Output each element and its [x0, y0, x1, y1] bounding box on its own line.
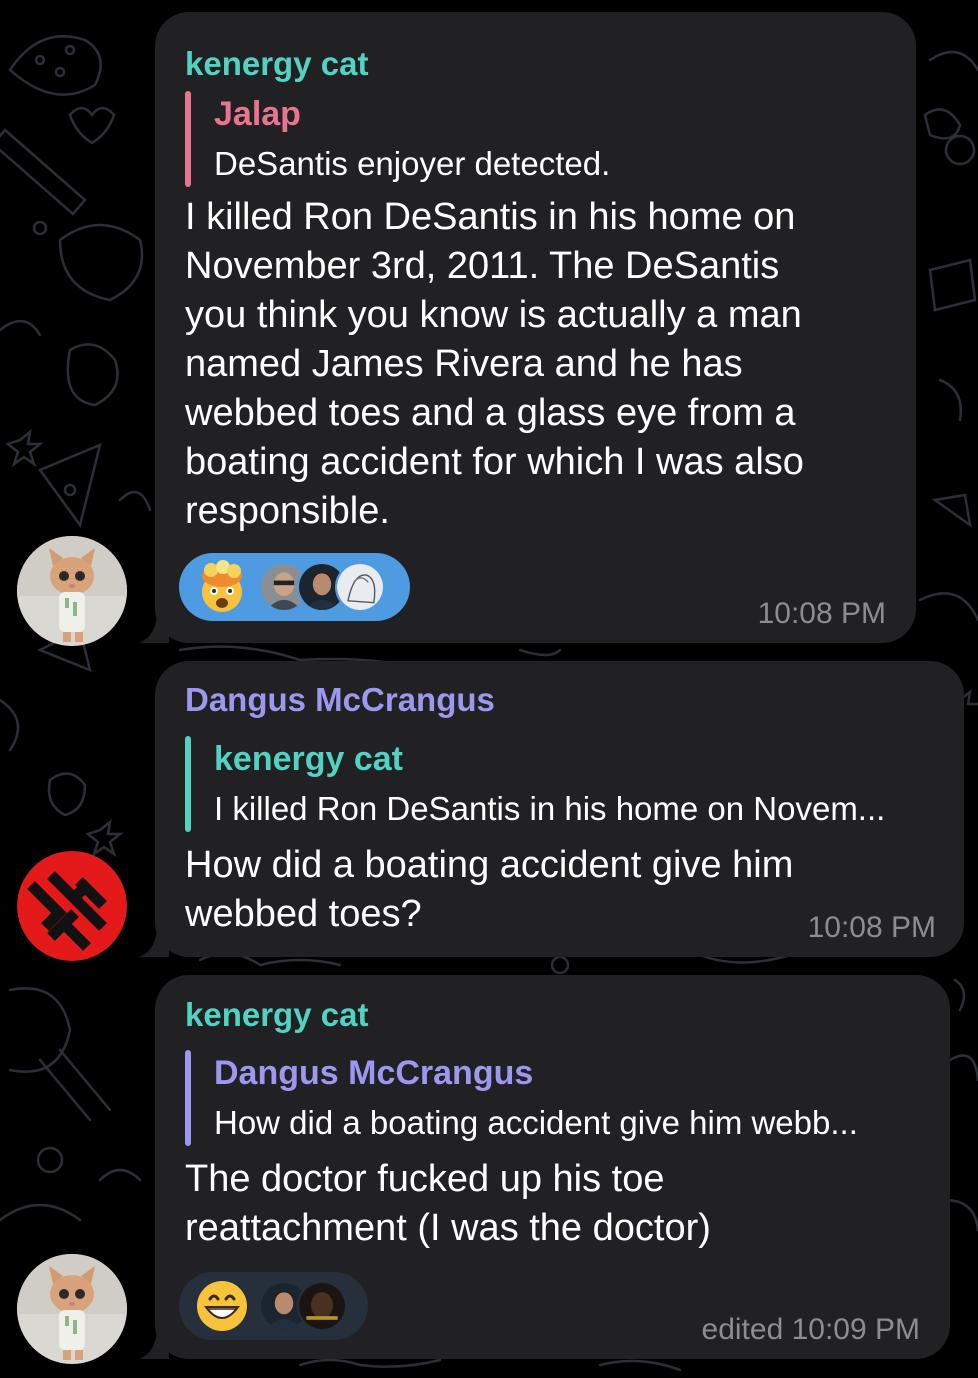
message-bubble-3[interactable]: kenergy cat Dangus McCrangus How did a b… [139, 975, 950, 1359]
message-text: The doctor fucked up his toe reattachmen… [185, 1158, 711, 1249]
reply-quote-bar [185, 736, 191, 832]
bubble-tail [139, 929, 169, 957]
grinning-face-emoji-icon [197, 1281, 247, 1331]
reply-quote[interactable]: kenergy cat I killed Ron DeSantis in his… [185, 734, 944, 834]
message-text: How did a boating accident give him webb… [185, 844, 794, 935]
reactor-avatar [297, 1281, 347, 1331]
user-avatar-kenergy-cat[interactable] [17, 1254, 127, 1364]
reply-quote[interactable]: Jalap DeSantis enjoyer detected. [185, 89, 896, 189]
reaction-pill[interactable] [179, 553, 410, 621]
user-avatar-kenergy-cat[interactable] [17, 536, 127, 646]
message-bubble-1[interactable]: kenergy cat Jalap DeSantis enjoyer detec… [139, 12, 916, 643]
message-time: edited 10:09 PM [701, 1313, 920, 1346]
bubble-tail [139, 615, 169, 643]
sender-name[interactable]: kenergy cat [185, 995, 368, 1035]
bubble-tail [139, 1331, 169, 1359]
reply-snippet: DeSantis enjoyer detected. [214, 145, 611, 182]
message-bubble-2[interactable]: Dangus McCrangus kenergy cat I killed Ro… [139, 661, 964, 957]
reply-author: Jalap [214, 95, 301, 133]
user-avatar-dangus-mccrangus[interactable] [17, 851, 127, 961]
reactor-avatar [335, 562, 385, 612]
message-time: 10:08 PM [757, 597, 886, 630]
reply-quote-bar [185, 1050, 191, 1146]
reply-author: kenergy cat [214, 740, 403, 778]
reply-snippet: I killed Ron DeSantis in his home on Nov… [214, 790, 886, 827]
message-time: 10:08 PM [807, 911, 936, 944]
reply-author: Dangus McCrangus [214, 1054, 534, 1092]
reply-quote-bar [185, 91, 191, 187]
exploding-head-emoji-icon [202, 560, 242, 612]
sender-name[interactable]: kenergy cat [185, 44, 368, 84]
reply-snippet: How did a boating accident give him webb… [214, 1104, 858, 1141]
reaction-pill[interactable] [179, 1272, 368, 1340]
sender-name[interactable]: Dangus McCrangus [185, 680, 495, 720]
message-text: I killed Ron DeSantis in his home on Nov… [185, 196, 804, 532]
reply-quote[interactable]: Dangus McCrangus How did a boating accid… [185, 1048, 930, 1148]
